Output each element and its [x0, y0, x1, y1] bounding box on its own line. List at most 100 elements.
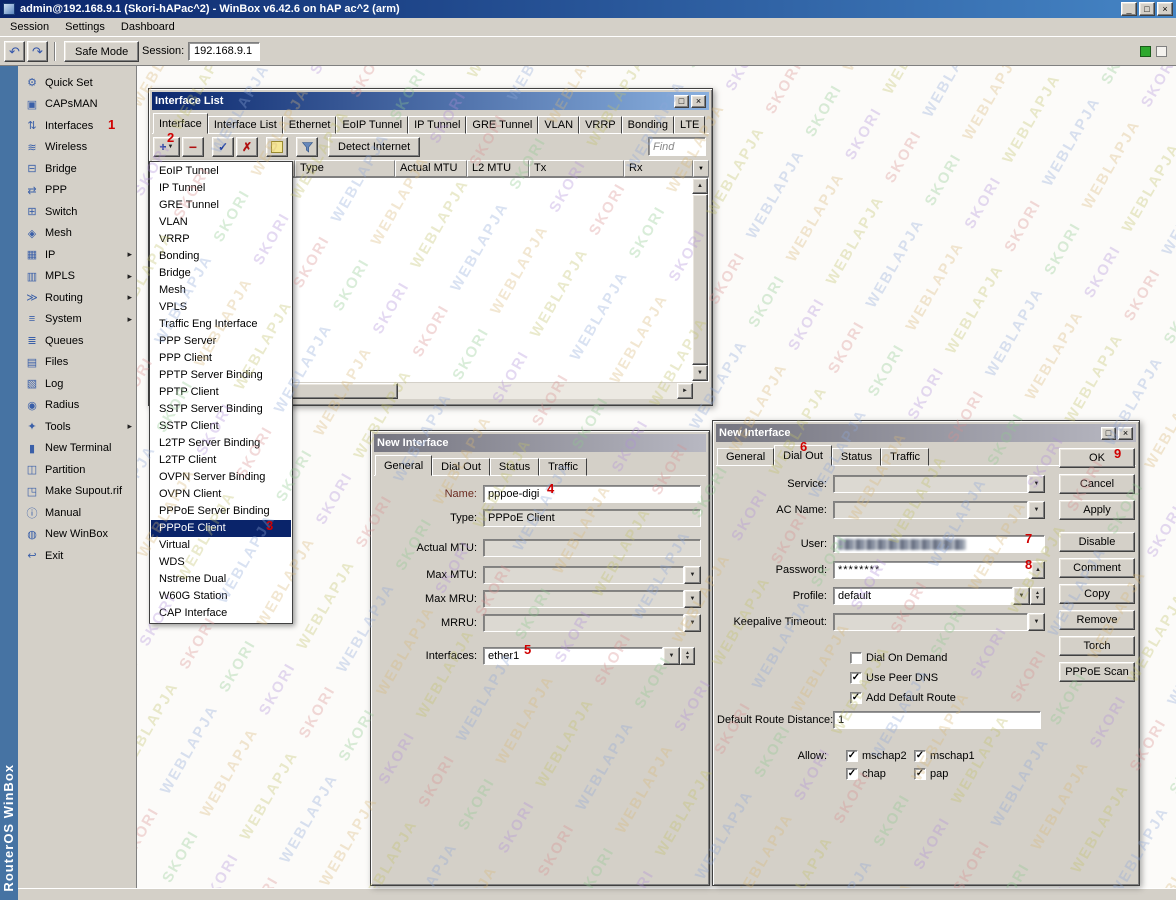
- menu-item-virtual[interactable]: Virtual: [151, 537, 291, 554]
- sidebar-item-radius[interactable]: ◉Radius: [18, 395, 136, 417]
- ok-button[interactable]: OK: [1059, 448, 1135, 468]
- use-peer-dns-checkbox[interactable]: [850, 672, 862, 684]
- maximize-button[interactable]: □: [1139, 2, 1155, 16]
- tab-ethernet[interactable]: Ethernet: [283, 116, 337, 134]
- tab-status[interactable]: Status: [832, 448, 881, 466]
- menu-item-pppoe-client[interactable]: PPPoE Client: [151, 520, 291, 537]
- close-button[interactable]: ×: [691, 95, 706, 108]
- sidebar-item-new-winbox[interactable]: ◍New WinBox: [18, 524, 136, 546]
- tab-interface[interactable]: Interface: [153, 113, 208, 134]
- close-button[interactable]: ×: [1157, 2, 1173, 16]
- app-titlebar[interactable]: admin@192.168.9.1 (Skori-hAPac^2) - WinB…: [0, 0, 1176, 18]
- menu-item-vrrp[interactable]: VRRP: [151, 231, 291, 248]
- menu-item-l2tp-server-binding[interactable]: L2TP Server Binding: [151, 435, 291, 452]
- menu-item-wds[interactable]: WDS: [151, 554, 291, 571]
- tab-vrrp[interactable]: VRRP: [579, 116, 622, 134]
- find-input[interactable]: [648, 137, 706, 156]
- menu-item-pptp-server-binding[interactable]: PPTP Server Binding: [151, 367, 291, 384]
- dial-on-demand-checkbox[interactable]: [850, 652, 862, 664]
- max-mtu-dropdown-icon[interactable]: ▼: [684, 566, 701, 584]
- sidebar-item-quick-set[interactable]: ⚙Quick Set: [18, 72, 136, 94]
- menu-item-vlan[interactable]: VLAN: [151, 214, 291, 231]
- sidebar-item-log[interactable]: ▧Log: [18, 373, 136, 395]
- sidebar-item-wireless[interactable]: ≋Wireless: [18, 137, 136, 159]
- close-button[interactable]: ×: [1118, 427, 1133, 440]
- interfaces-spinner[interactable]: ▲▼: [680, 647, 695, 665]
- comment-button[interactable]: [266, 137, 288, 157]
- user-input[interactable]: [833, 535, 1045, 553]
- scroll-down-icon[interactable]: ▼: [692, 365, 708, 381]
- safe-mode-button[interactable]: Safe Mode: [64, 41, 139, 62]
- tab-bonding[interactable]: Bonding: [622, 116, 674, 134]
- menu-session[interactable]: Session: [2, 19, 57, 35]
- column-rx[interactable]: Rx: [624, 160, 693, 177]
- comment-button[interactable]: Comment: [1059, 558, 1135, 578]
- menu-item-vpls[interactable]: VPLS: [151, 299, 291, 316]
- tab-ip-tunnel[interactable]: IP Tunnel: [408, 116, 466, 134]
- menu-item-sstp-server-binding[interactable]: SSTP Server Binding: [151, 401, 291, 418]
- sidebar-item-mpls[interactable]: ▥MPLS▸: [18, 266, 136, 288]
- menu-item-mesh[interactable]: Mesh: [151, 282, 291, 299]
- max-mru-value[interactable]: [483, 590, 684, 608]
- cancel-button[interactable]: Cancel: [1059, 474, 1135, 494]
- menu-item-bonding[interactable]: Bonding: [151, 248, 291, 265]
- password-reveal-icon[interactable]: ▲: [1031, 561, 1045, 579]
- profile-input[interactable]: [833, 587, 1013, 605]
- menu-item-cap-interface[interactable]: CAP Interface: [151, 605, 291, 622]
- tab-general[interactable]: General: [375, 455, 432, 476]
- enable-button[interactable]: ✓: [212, 137, 234, 157]
- menu-item-gre-tunnel[interactable]: GRE Tunnel: [151, 197, 291, 214]
- tab-lte[interactable]: LTE: [674, 116, 705, 134]
- sidebar-item-system[interactable]: ≡System▸: [18, 309, 136, 331]
- menu-item-traffic-eng[interactable]: Traffic Eng Interface: [151, 316, 291, 333]
- menu-settings[interactable]: Settings: [57, 19, 113, 35]
- sidebar-item-interfaces[interactable]: ⇅Interfaces: [18, 115, 136, 137]
- chap-checkbox[interactable]: [846, 768, 858, 780]
- interfaces-dropdown-icon[interactable]: ▼: [663, 647, 680, 665]
- tab-interface-list[interactable]: Interface List: [208, 116, 283, 134]
- sidebar-item-bridge[interactable]: ⊟Bridge: [18, 158, 136, 180]
- sidebar-item-files[interactable]: ▤Files: [18, 352, 136, 374]
- menu-item-w60g-station[interactable]: W60G Station: [151, 588, 291, 605]
- tab-dial-out[interactable]: Dial Out: [774, 445, 832, 466]
- maximize-button[interactable]: □: [674, 95, 689, 108]
- menu-item-nstreme-dual[interactable]: Nstreme Dual: [151, 571, 291, 588]
- mrru-dropdown-icon[interactable]: ▼: [684, 614, 701, 632]
- remove-button[interactable]: Remove: [1059, 610, 1135, 630]
- tab-general[interactable]: General: [717, 448, 774, 466]
- disable-button[interactable]: Disable: [1059, 532, 1135, 552]
- sidebar-item-partition[interactable]: ◫Partition: [18, 459, 136, 481]
- sidebar-item-manual[interactable]: ⓘManual: [18, 502, 136, 524]
- sidebar-item-mesh[interactable]: ◈Mesh: [18, 223, 136, 245]
- default-route-distance-input[interactable]: [833, 711, 1041, 729]
- name-input[interactable]: [483, 485, 701, 503]
- undo-button[interactable]: ↶: [4, 41, 25, 62]
- scroll-up-icon[interactable]: ▲: [692, 178, 708, 194]
- ac-name-dropdown-icon[interactable]: ▼: [1028, 501, 1045, 519]
- column-selector-button[interactable]: ▼: [693, 160, 709, 177]
- add-default-route-checkbox[interactable]: [850, 692, 862, 704]
- sidebar-item-ppp[interactable]: ⇄PPP: [18, 180, 136, 202]
- sidebar-item-new-terminal[interactable]: ▮New Terminal: [18, 438, 136, 460]
- interfaces-input[interactable]: [483, 647, 663, 665]
- tab-traffic[interactable]: Traffic: [539, 458, 587, 476]
- profile-spinner[interactable]: ▲▼: [1030, 587, 1045, 605]
- max-mtu-value[interactable]: [483, 566, 684, 584]
- sidebar-item-tools[interactable]: ✦Tools▸: [18, 416, 136, 438]
- column-actual-mtu[interactable]: Actual MTU: [395, 160, 467, 177]
- tab-eoip-tunnel[interactable]: EoIP Tunnel: [336, 116, 408, 134]
- menu-item-ovpn-client[interactable]: OVPN Client: [151, 486, 291, 503]
- pap-checkbox[interactable]: [914, 768, 926, 780]
- mschap1-checkbox[interactable]: [914, 750, 926, 762]
- menu-item-pppoe-server-binding[interactable]: PPPoE Server Binding: [151, 503, 291, 520]
- column-l2-mtu[interactable]: L2 MTU: [467, 160, 529, 177]
- redo-button[interactable]: ↷: [27, 41, 48, 62]
- ac-name-value[interactable]: [833, 501, 1028, 519]
- vertical-scrollbar[interactable]: ▲ ▼: [692, 178, 708, 381]
- tab-gre-tunnel[interactable]: GRE Tunnel: [466, 116, 538, 134]
- sidebar-item-capsman[interactable]: ▣CAPsMAN: [18, 94, 136, 116]
- menu-item-ppp-client[interactable]: PPP Client: [151, 350, 291, 367]
- menu-item-ppp-server[interactable]: PPP Server: [151, 333, 291, 350]
- mschap2-checkbox[interactable]: [846, 750, 858, 762]
- keepalive-value[interactable]: [833, 613, 1028, 631]
